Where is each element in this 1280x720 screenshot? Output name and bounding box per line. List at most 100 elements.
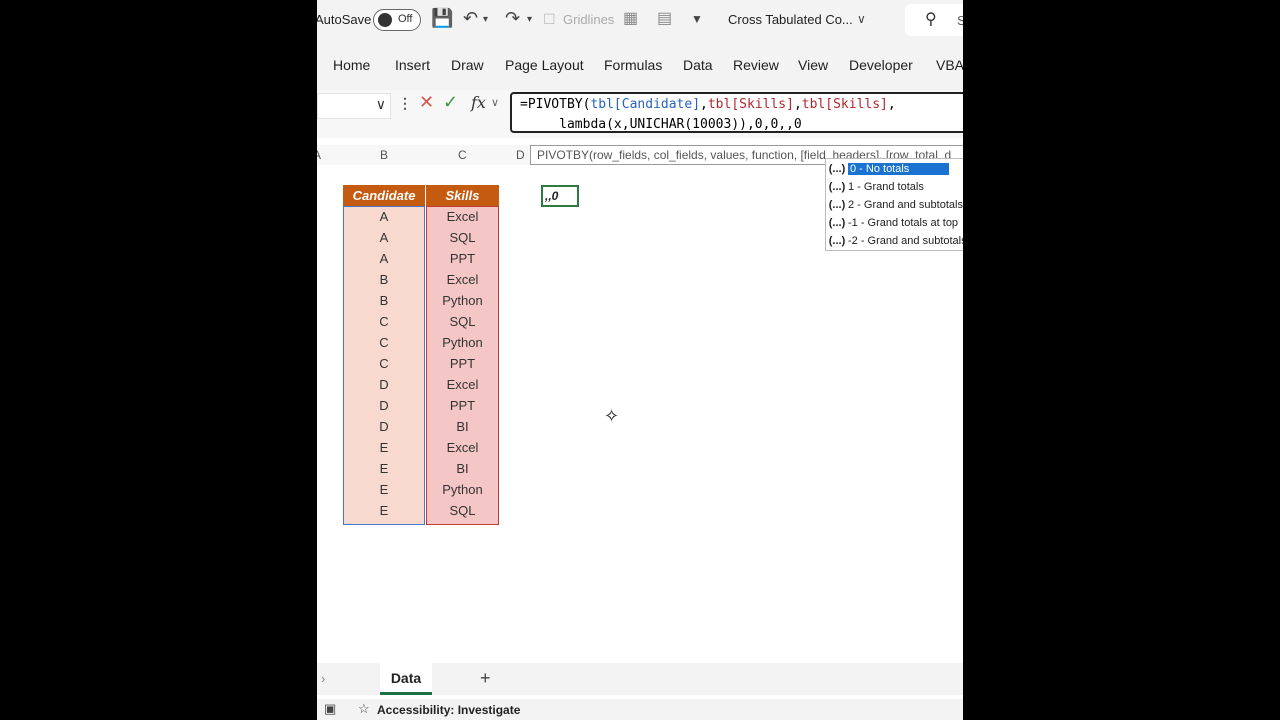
candidate-cell[interactable]: C	[343, 332, 425, 353]
tab-insert[interactable]: Insert	[395, 57, 430, 73]
autocomplete-item[interactable]: (...) 1 - Grand totals	[826, 178, 963, 196]
autocomplete-item[interactable]: (...) -1 - Grand totals at top	[826, 214, 963, 232]
gridlines-checkbox[interactable]: ☐	[543, 11, 556, 28]
autosave-toggle[interactable]: Off	[373, 9, 421, 31]
tab-page-layout[interactable]: Page Layout	[505, 57, 584, 73]
skill-cell[interactable]: PPT	[426, 395, 499, 416]
freeze-panes-icon[interactable]: ▤	[657, 8, 672, 28]
name-box-chevron-icon[interactable]: ∨	[376, 96, 386, 113]
candidate-cell[interactable]: E	[343, 500, 425, 521]
undo-icon[interactable]: ↶	[463, 8, 478, 29]
fx-chevron-icon[interactable]: ∨	[491, 96, 499, 109]
tab-developer[interactable]: Developer	[849, 57, 913, 73]
scroll-tabs-icon[interactable]: ›	[321, 671, 325, 686]
excel-window: AutoSave Off 💾 ↶ ▾ ↷ ▾ ☐ Gridlines ▦ ▤ ▼…	[317, 0, 963, 720]
redo-icon[interactable]: ↷	[505, 8, 520, 29]
active-cell[interactable]: ,,0	[541, 185, 579, 207]
candidate-cell[interactable]: E	[343, 437, 425, 458]
customize-qat-icon[interactable]: ▼	[691, 12, 703, 26]
skill-cell[interactable]: Python	[426, 332, 499, 353]
formula-ref-skills: tbl[Skills]	[801, 97, 888, 112]
skill-cell[interactable]: SQL	[426, 227, 499, 248]
skill-cell[interactable]: Python	[426, 479, 499, 500]
skill-cell[interactable]: Python	[426, 290, 499, 311]
cancel-icon[interactable]: ✕	[419, 92, 434, 113]
save-icon[interactable]: 💾	[431, 8, 453, 29]
autocomplete-label: -2 - Grand and subtotals	[848, 235, 963, 247]
candidate-cell[interactable]: A	[343, 248, 425, 269]
autocomplete-item[interactable]: (...) 2 - Grand and subtotals	[826, 196, 963, 214]
title-bar: AutoSave Off 💾 ↶ ▾ ↷ ▾ ☐ Gridlines ▦ ▤ ▼…	[317, 0, 963, 40]
autosave-label: AutoSave	[317, 12, 372, 27]
argument-icon: (...)	[828, 235, 846, 247]
search-box[interactable]: ⚲ S	[905, 4, 963, 36]
gridlines-label: Gridlines	[563, 12, 615, 27]
formula-ref-skills: tbl[Skills]	[707, 97, 794, 112]
ribbon-tabs: Home Insert Draw Page Layout Formulas Da…	[317, 40, 963, 90]
skill-cell[interactable]: BI	[426, 458, 499, 479]
table-icon[interactable]: ▦	[623, 8, 638, 28]
skill-cell[interactable]: PPT	[426, 353, 499, 374]
enter-icon[interactable]: ✓	[443, 92, 458, 113]
tab-view[interactable]: View	[798, 57, 828, 73]
candidate-cell[interactable]: D	[343, 395, 425, 416]
candidate-cell[interactable]: E	[343, 479, 425, 500]
skill-cell[interactable]: PPT	[426, 248, 499, 269]
name-box[interactable]: ∨	[317, 93, 391, 119]
candidate-cell[interactable]: D	[343, 416, 425, 437]
formula-line-2: lambda(x,UNICHAR(10003)),0,0,,0	[520, 117, 802, 132]
more-options-icon[interactable]: ⋮	[398, 95, 412, 112]
insert-function-icon[interactable]: fx	[471, 93, 486, 112]
tab-draw[interactable]: Draw	[451, 57, 484, 73]
title-chevron-down-icon[interactable]: ∨	[857, 12, 866, 26]
add-sheet-button[interactable]: +	[480, 668, 491, 689]
accessibility-icon[interactable]: ☆	[358, 701, 370, 717]
macro-record-icon[interactable]: ▣	[324, 701, 336, 717]
tab-review[interactable]: Review	[733, 57, 779, 73]
autosave-state: Off	[398, 13, 413, 25]
header-candidate[interactable]: Candidate	[343, 185, 425, 206]
candidate-cell[interactable]: B	[343, 290, 425, 311]
formula-bar-area: ∨ ⋮ ✕ ✓ fx ∨ =PIVOTBY(tbl[Candidate],tbl…	[317, 90, 963, 138]
tab-vba[interactable]: VBA	[936, 57, 963, 73]
skill-cell[interactable]: Excel	[426, 374, 499, 395]
skill-cell[interactable]: SQL	[426, 311, 499, 332]
autocomplete-label: 0 - No totals	[848, 163, 950, 175]
autocomplete-label: -1 - Grand totals at top	[848, 217, 959, 229]
skill-cell[interactable]: Excel	[426, 206, 499, 227]
argument-icon: (...)	[828, 199, 846, 211]
autocomplete-label: 1 - Grand totals	[848, 181, 924, 193]
candidate-cell[interactable]: D	[343, 374, 425, 395]
autocomplete-item[interactable]: (...) 0 - No totals	[826, 160, 963, 178]
column-header-c[interactable]: C	[458, 148, 467, 162]
argument-icon: (...)	[828, 181, 846, 193]
tab-data[interactable]: Data	[683, 57, 713, 73]
column-header-a[interactable]: A	[317, 148, 321, 162]
candidate-cell[interactable]: A	[343, 227, 425, 248]
sheet-tab-data[interactable]: Data	[380, 663, 432, 695]
candidate-cell[interactable]: C	[343, 353, 425, 374]
search-icon: ⚲	[925, 11, 937, 28]
formula-input[interactable]: =PIVOTBY(tbl[Candidate],tbl[Skills],tbl[…	[510, 92, 963, 133]
status-bar: ▣ ☆ Accessibility: Investigate	[317, 699, 963, 720]
skill-cell[interactable]: BI	[426, 416, 499, 437]
tab-formulas[interactable]: Formulas	[604, 57, 662, 73]
candidate-cell[interactable]: A	[343, 206, 425, 227]
tab-home[interactable]: Home	[333, 57, 370, 73]
file-title[interactable]: Cross Tabulated Co...	[728, 12, 853, 27]
formula-text: ,	[700, 97, 708, 112]
undo-dropdown-icon[interactable]: ▾	[483, 14, 488, 25]
skill-cell[interactable]: Excel	[426, 437, 499, 458]
candidate-cell[interactable]: C	[343, 311, 425, 332]
candidate-cell[interactable]: B	[343, 269, 425, 290]
redo-dropdown-icon[interactable]: ▾	[527, 14, 532, 25]
autocomplete-item[interactable]: (...) -2 - Grand and subtotals	[826, 232, 963, 250]
header-skills[interactable]: Skills	[426, 185, 499, 206]
skill-cell[interactable]: Excel	[426, 269, 499, 290]
column-header-d[interactable]: D	[516, 148, 525, 162]
column-header-b[interactable]: B	[380, 148, 388, 162]
formula-text: ,	[793, 97, 802, 112]
skill-cell[interactable]: SQL	[426, 500, 499, 521]
accessibility-status[interactable]: Accessibility: Investigate	[377, 703, 520, 717]
candidate-cell[interactable]: E	[343, 458, 425, 479]
